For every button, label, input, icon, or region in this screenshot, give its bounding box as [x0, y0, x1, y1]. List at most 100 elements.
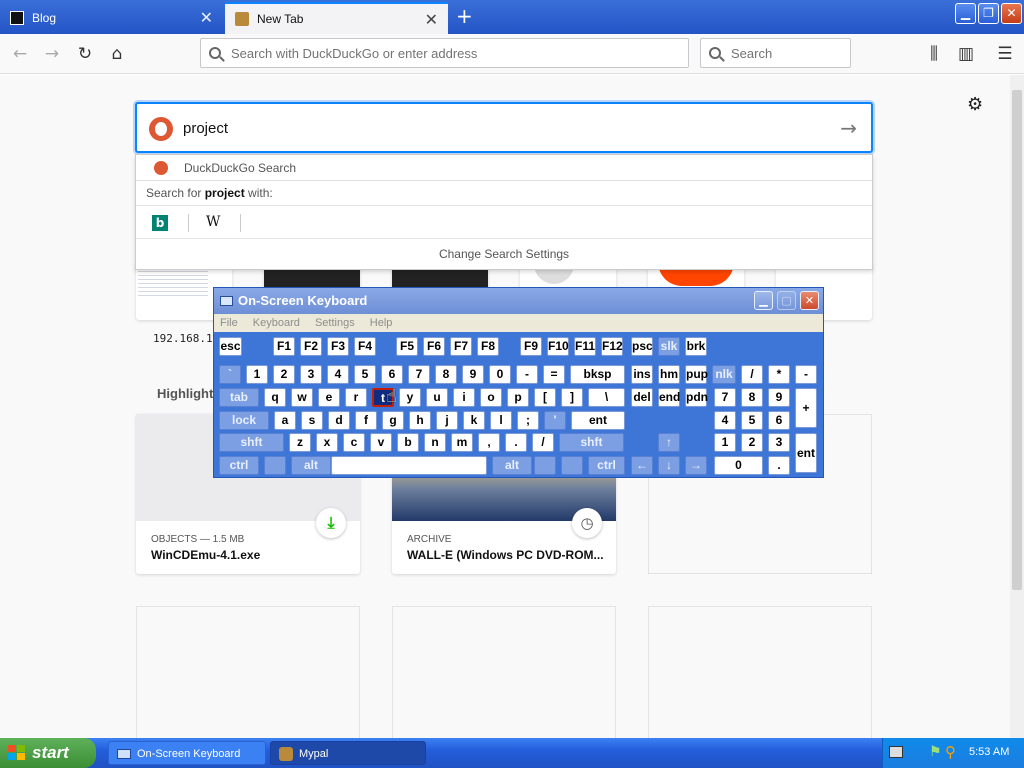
osk-key-x[interactable]: x: [316, 433, 338, 452]
new-tab-plus-icon[interactable]: +: [456, 6, 473, 26]
osk-key-d[interactable]: d: [328, 411, 350, 430]
osk-key-hm[interactable]: hm: [658, 365, 680, 384]
osk-key-1[interactable]: 1: [246, 365, 268, 384]
osk-key-k[interactable]: k: [463, 411, 485, 430]
osk-key-92[interactable]: \: [588, 388, 625, 407]
osk-key-93[interactable]: ]: [561, 388, 583, 407]
osk-key-blank[interactable]: [534, 456, 556, 475]
forward-arrow-icon[interactable]: →: [40, 42, 64, 66]
menu-hamburger-icon[interactable]: ☰: [993, 42, 1017, 66]
osk-key-blank[interactable]: [331, 456, 487, 475]
osk-key-45[interactable]: -: [795, 365, 817, 384]
osk-key-59[interactable]: ;: [517, 411, 539, 430]
osk-key-6[interactable]: 6: [381, 365, 403, 384]
change-search-settings-button[interactable]: Change Search Settings: [136, 247, 872, 261]
osk-key-8595[interactable]: ↓: [658, 456, 680, 475]
minimize-button[interactable]: ▁: [955, 3, 976, 24]
osk-key-j[interactable]: j: [436, 411, 458, 430]
osk-key-b[interactable]: b: [397, 433, 419, 452]
taskbar-item-osk[interactable]: On-Screen Keyboard: [108, 741, 266, 765]
osk-key-45[interactable]: -: [516, 365, 538, 384]
osk-key-42[interactable]: *: [768, 365, 790, 384]
osk-key-w[interactable]: w: [291, 388, 313, 407]
osk-key-96[interactable]: `: [219, 365, 241, 384]
newtab-search-input[interactable]: project →: [135, 102, 873, 153]
home-icon[interactable]: ⌂: [105, 42, 129, 66]
osk-key-f[interactable]: f: [355, 411, 377, 430]
osk-key-44[interactable]: ,: [478, 433, 500, 452]
osk-key-5[interactable]: 5: [741, 411, 763, 430]
osk-key-61[interactable]: =: [543, 365, 565, 384]
osk-key-e[interactable]: e: [318, 388, 340, 407]
taskbar-item-mypal[interactable]: Mypal: [270, 741, 426, 765]
osk-key-o[interactable]: o: [480, 388, 502, 407]
osk-key-46[interactable]: .: [768, 456, 790, 475]
osk-key-v[interactable]: v: [370, 433, 392, 452]
osk-key-i[interactable]: i: [453, 388, 475, 407]
osk-key-psc[interactable]: psc: [631, 337, 653, 356]
wikipedia-icon[interactable]: W: [206, 214, 220, 230]
osk-key-del[interactable]: del: [631, 388, 653, 407]
close-tab-icon[interactable]: ✕: [425, 10, 438, 30]
osk-key-91[interactable]: [: [534, 388, 556, 407]
library-icon[interactable]: ⫼: [922, 42, 946, 66]
osk-key-F9[interactable]: F9: [520, 337, 542, 356]
osk-key-h[interactable]: h: [409, 411, 431, 430]
osk-key-39[interactable]: ': [544, 411, 566, 430]
maximize-button[interactable]: ❐: [978, 3, 999, 24]
osk-key-8[interactable]: 8: [435, 365, 457, 384]
osk-key-4[interactable]: 4: [327, 365, 349, 384]
osk-key-F6[interactable]: F6: [423, 337, 445, 356]
close-tab-icon[interactable]: ✕: [200, 8, 213, 28]
osk-key-blank[interactable]: [561, 456, 583, 475]
osk-key-0[interactable]: 0: [489, 365, 511, 384]
suggestion-duckduckgo[interactable]: DuckDuckGo Search: [136, 155, 872, 181]
osk-key-0[interactable]: 0: [714, 456, 763, 475]
osk-key-p[interactable]: p: [507, 388, 529, 407]
osk-key-pdn[interactable]: pdn: [685, 388, 708, 407]
osk-key-lock[interactable]: lock: [219, 411, 269, 430]
bing-icon[interactable]: b: [152, 215, 168, 231]
osk-key-F12[interactable]: F12: [601, 337, 623, 356]
close-window-button[interactable]: ✕: [1001, 3, 1022, 24]
reload-icon[interactable]: ↻: [73, 42, 97, 66]
osk-key-5[interactable]: 5: [354, 365, 376, 384]
osk-key-F5[interactable]: F5: [396, 337, 418, 356]
osk-key-a[interactable]: a: [274, 411, 296, 430]
osk-key-7[interactable]: 7: [714, 388, 736, 407]
osk-key-z[interactable]: z: [289, 433, 311, 452]
search-tray-icon[interactable]: ⚲: [945, 743, 956, 761]
osk-key-F10[interactable]: F10: [547, 337, 569, 356]
osk-key-s[interactable]: s: [301, 411, 323, 430]
osk-key-end[interactable]: end: [658, 388, 680, 407]
osk-key-l[interactable]: l: [490, 411, 512, 430]
osk-key-F11[interactable]: F11: [574, 337, 596, 356]
osk-key-F3[interactable]: F3: [327, 337, 349, 356]
osk-key-shft[interactable]: shft: [559, 433, 624, 452]
osk-key-ctrl[interactable]: ctrl: [219, 456, 259, 475]
osk-key-nlk[interactable]: nlk: [712, 365, 736, 384]
osk-key-8592[interactable]: ←: [631, 456, 653, 475]
osk-key-F1[interactable]: F1: [273, 337, 295, 356]
osk-key-3[interactable]: 3: [300, 365, 322, 384]
osk-key-y[interactable]: y: [399, 388, 421, 407]
osk-key-9[interactable]: 9: [768, 388, 790, 407]
osk-key-alt[interactable]: alt: [291, 456, 331, 475]
osk-key-ctrl[interactable]: ctrl: [588, 456, 625, 475]
osk-key-1[interactable]: 1: [714, 433, 736, 452]
osk-key-q[interactable]: q: [264, 388, 286, 407]
osk-key-tab[interactable]: tab: [219, 388, 259, 407]
osk-key-4[interactable]: 4: [714, 411, 736, 430]
osk-key-ent[interactable]: ent: [795, 433, 817, 473]
osk-key-47[interactable]: /: [741, 365, 763, 384]
osk-key-bksp[interactable]: bksp: [570, 365, 625, 384]
osk-key-ins[interactable]: ins: [631, 365, 653, 384]
osk-key-8593[interactable]: ↑: [658, 433, 680, 452]
osk-key-F7[interactable]: F7: [450, 337, 472, 356]
scrollbar-thumb[interactable]: [1012, 90, 1022, 590]
osk-key-47[interactable]: /: [532, 433, 554, 452]
osk-key-m[interactable]: m: [451, 433, 473, 452]
osk-key-8[interactable]: 8: [741, 388, 763, 407]
osk-key-u[interactable]: u: [426, 388, 448, 407]
osk-key-F4[interactable]: F4: [354, 337, 376, 356]
